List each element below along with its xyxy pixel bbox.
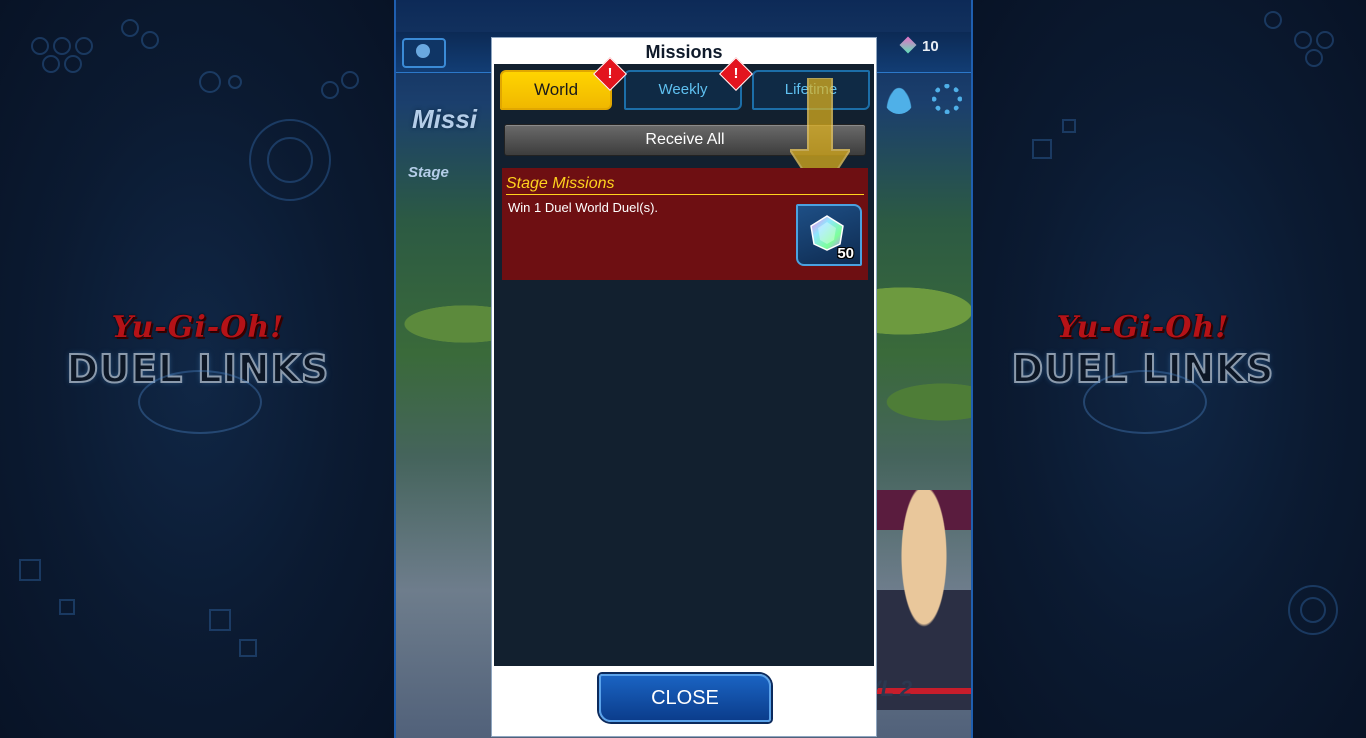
reward-amount: 50 (837, 245, 854, 262)
dialog-title: Missions (492, 38, 876, 66)
mission-reward[interactable]: 50 (796, 204, 862, 266)
dialog-body: World Weekly Lifetime ! ! Receive All St… (494, 57, 874, 666)
logo-title-top: Yu-Gi-Oh! (1056, 310, 1230, 345)
missions-background-label: Missi (412, 104, 478, 134)
mission-item: Stage Missions Win 1 Duel World Duel(s). (502, 168, 868, 280)
logo-title-top: Yu-Gi-Oh! (111, 310, 285, 345)
gem-count: 10 (922, 38, 939, 55)
left-side-panel: Yu-Gi-Oh! DUEL LINKS (0, 0, 394, 738)
globe-icon[interactable] (402, 38, 446, 68)
mission-category: Stage Missions (506, 176, 864, 195)
close-button[interactable]: CLOSE (599, 674, 771, 722)
right-side-panel: Yu-Gi-Oh! DUEL LINKS (973, 0, 1366, 738)
alert-icon: ! (607, 65, 613, 82)
logo-ring-decoration (1083, 370, 1207, 434)
alert-icon: ! (733, 65, 739, 82)
gem-icon (899, 36, 917, 54)
duel-links-logo: Yu-Gi-Oh! DUEL LINKS (993, 310, 1293, 434)
gear-icon[interactable] (932, 84, 962, 114)
gem-counter: 10 (899, 36, 939, 55)
logo-ring-decoration (138, 370, 262, 434)
stage-background-label: Stage (408, 164, 449, 181)
duel-links-logo: Yu-Gi-Oh! DUEL LINKS (48, 310, 348, 434)
missions-dialog: Missions World Weekly Lifetime ! ! Recei… (491, 37, 877, 737)
profile-icon[interactable] (884, 84, 914, 114)
mission-description: Win 1 Duel World Duel(s). (508, 200, 659, 215)
